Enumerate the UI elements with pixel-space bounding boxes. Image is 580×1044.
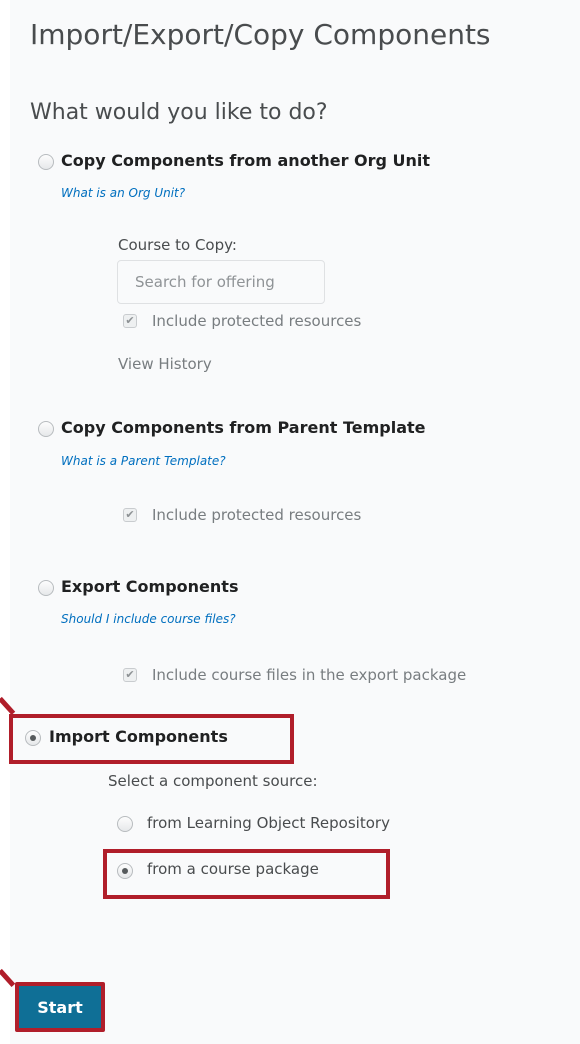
source-course-package-label: from a course package [147,860,319,878]
component-source-label: Select a component source: [108,772,318,790]
radio-copy-parent-template[interactable] [38,421,54,437]
check-icon: ✔ [125,668,135,681]
option-label-export: Export Components [61,577,239,596]
check-icon: ✔ [125,508,135,521]
option-label-import: Import Components [49,727,228,746]
include-protected-label-1: Include protected resources [152,312,362,330]
page-title: Import/Export/Copy Components [30,18,491,51]
start-button[interactable]: Start [15,982,105,1032]
source-lor-label: from Learning Object Repository [147,814,390,832]
radio-copy-org-unit[interactable] [38,154,54,170]
radio-export-components[interactable] [38,580,54,596]
help-link-org-unit[interactable]: What is an Org Unit? [61,186,185,200]
include-protected-checkbox-1[interactable]: ✔ [123,314,137,328]
include-course-files-checkbox[interactable]: ✔ [123,668,137,682]
radio-source-lor[interactable] [117,816,133,832]
include-course-files-label: Include course files in the export packa… [152,666,467,684]
include-protected-checkbox-2[interactable]: ✔ [123,508,137,522]
section-question: What would you like to do? [30,100,328,125]
help-link-course-files[interactable]: Should I include course files? [61,612,236,626]
include-protected-label-2: Include protected resources [152,506,362,524]
start-button-label: Start [37,997,83,1017]
help-link-parent-template[interactable]: What is a Parent Template? [61,454,226,468]
option-label-copy-org-unit: Copy Components from another Org Unit [61,151,431,170]
view-history-link[interactable]: View History [118,355,212,373]
check-icon: ✔ [125,314,135,327]
radio-import-components[interactable] [25,730,41,746]
search-offering-box [117,260,325,304]
course-to-copy-label: Course to Copy: [118,236,237,254]
search-offering-input[interactable] [118,261,324,303]
radio-source-course-package[interactable] [117,863,133,879]
option-label-copy-parent-template: Copy Components from Parent Template [61,418,426,437]
